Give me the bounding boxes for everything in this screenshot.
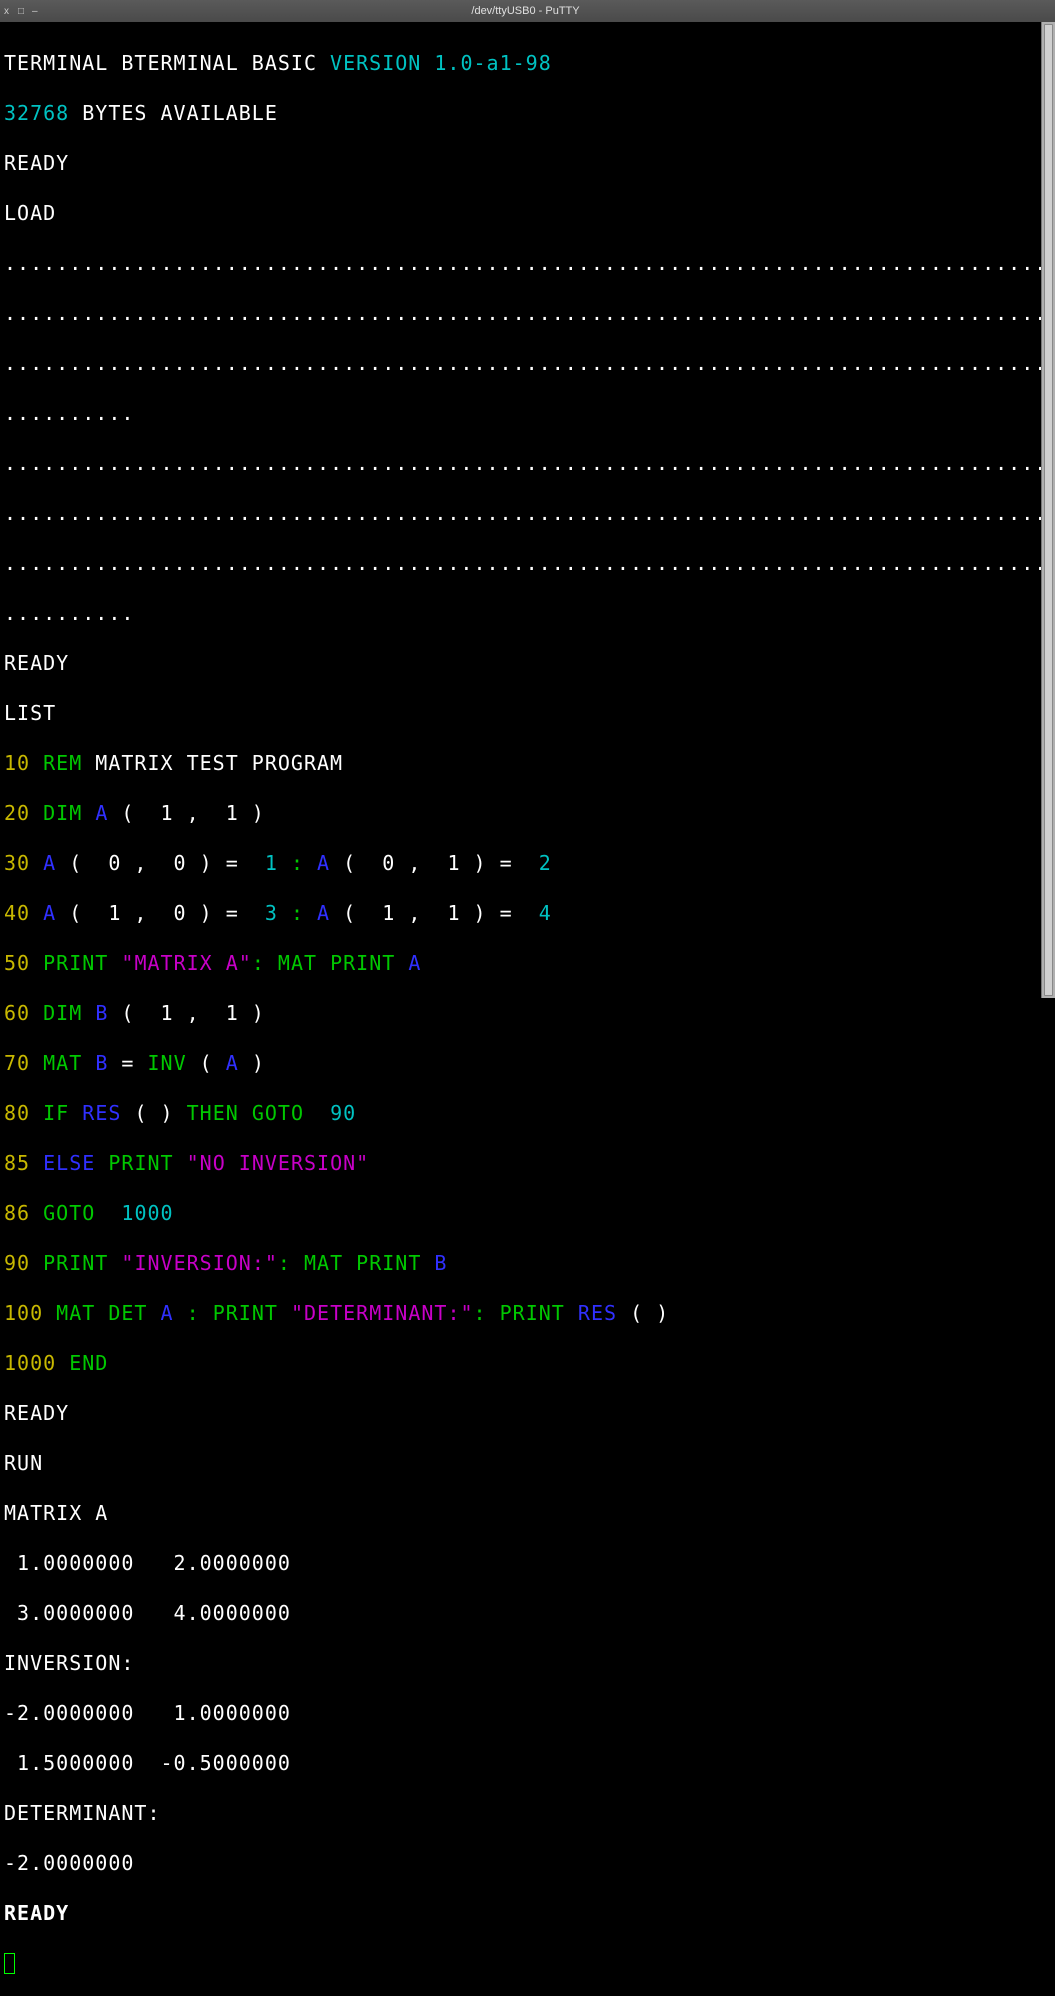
code-line-90: 90 PRINT "INVERSION:": MAT PRINT B	[4, 1251, 1051, 1276]
load-progress: ........................................…	[4, 251, 1051, 276]
close-icon[interactable]: x	[4, 7, 12, 15]
maximize-icon[interactable]: □	[18, 7, 26, 15]
output-row: 1.0000000 2.0000000	[4, 1551, 1051, 1576]
load-progress: ..........	[4, 601, 1051, 626]
scrollbar-thumb[interactable]	[1044, 24, 1053, 996]
ready-prompt: READY	[4, 1901, 69, 1925]
load-progress: ........................................…	[4, 351, 1051, 376]
window-title: /dev/ttyUSB0 - PuTTY	[40, 6, 1011, 17]
load-progress: ........................................…	[4, 551, 1051, 576]
output-row: -2.0000000 1.0000000	[4, 1701, 1051, 1726]
load-progress: ..........	[4, 401, 1051, 426]
banner-text: TERMINAL BTERMINAL BASIC	[4, 51, 330, 75]
code-line-100: 100 MAT DET A : PRINT "DETERMINANT:": PR…	[4, 1301, 1051, 1326]
mem-bytes: 32768	[4, 101, 69, 125]
code-line-86: 86 GOTO 1000	[4, 1201, 1051, 1226]
code-line-40: 40 A ( 1 , 0 ) = 3 : A ( 1 , 1 ) = 4	[4, 901, 1051, 926]
list-cmd: LIST	[4, 701, 1051, 726]
run-cmd: RUN	[4, 1451, 1051, 1476]
output-header: MATRIX A	[4, 1501, 1051, 1526]
mem-label: BYTES AVAILABLE	[69, 101, 278, 125]
code-line-70: 70 MAT B = INV ( A )	[4, 1051, 1051, 1076]
output-header: INVERSION:	[4, 1651, 1051, 1676]
ready-prompt: READY	[4, 651, 1051, 676]
output-row: 1.5000000 -0.5000000	[4, 1751, 1051, 1776]
code-line-1000: 1000 END	[4, 1351, 1051, 1376]
scrollbar[interactable]	[1041, 22, 1055, 998]
output-value: -2.0000000	[4, 1851, 1051, 1876]
code-line-80: 80 IF RES ( ) THEN GOTO 90	[4, 1101, 1051, 1126]
window-titlebar: x □ – /dev/ttyUSB0 - PuTTY	[0, 0, 1055, 22]
ready-prompt: READY	[4, 1401, 1051, 1426]
load-progress: ........................................…	[4, 451, 1051, 476]
ready-prompt: READY	[4, 151, 1051, 176]
terminal-output[interactable]: TERMINAL BTERMINAL BASIC VERSION 1.0-a1-…	[0, 22, 1055, 998]
load-progress: ........................................…	[4, 501, 1051, 526]
code-line-30: 30 A ( 0 , 0 ) = 1 : A ( 0 , 1 ) = 2	[4, 851, 1051, 876]
code-line-85: 85 ELSE PRINT "NO INVERSION"	[4, 1151, 1051, 1176]
output-header: DETERMINANT:	[4, 1801, 1051, 1826]
code-line-10: 10 REM MATRIX TEST PROGRAM	[4, 751, 1051, 776]
load-cmd: LOAD	[4, 201, 1051, 226]
minimize-icon[interactable]: –	[32, 7, 40, 15]
version-text: VERSION 1.0-a1-98	[330, 51, 552, 75]
code-line-50: 50 PRINT "MATRIX A": MAT PRINT A	[4, 951, 1051, 976]
code-line-20: 20 DIM A ( 1 , 1 )	[4, 801, 1051, 826]
code-line-60: 60 DIM B ( 1 , 1 )	[4, 1001, 1051, 1026]
cursor	[4, 1953, 15, 1974]
output-row: 3.0000000 4.0000000	[4, 1601, 1051, 1626]
load-progress: ........................................…	[4, 301, 1051, 326]
